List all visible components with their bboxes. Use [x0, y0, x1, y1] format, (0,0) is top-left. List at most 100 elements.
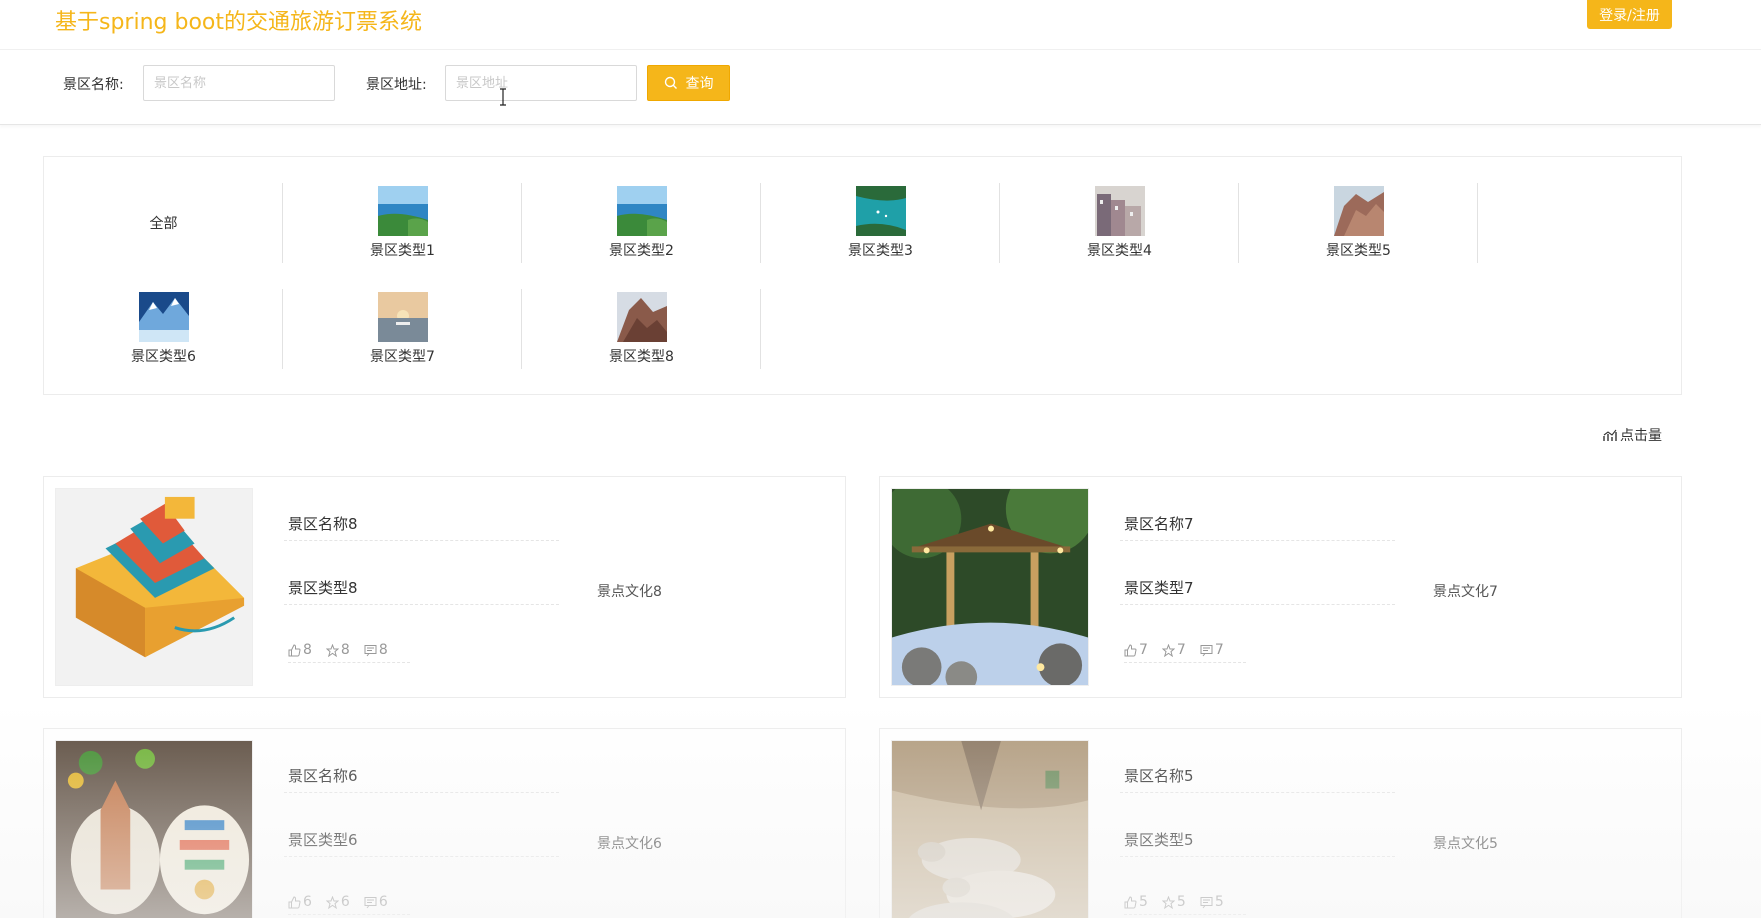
- category-item-3[interactable]: 景区类型3: [761, 183, 1000, 263]
- scenic-culture: 景点文化6: [597, 836, 662, 852]
- category-panel: 全部 景区类型1 景区类型2 景区类型3 景区类型4 景区类型5 景区类型6 景…: [43, 156, 1682, 395]
- category-item-4[interactable]: 景区类型4: [1000, 183, 1239, 263]
- terracotta-horses-photo-icon: [891, 740, 1089, 918]
- category-label: 景区类型5: [1326, 243, 1391, 259]
- like-count: 6: [303, 894, 312, 910]
- favorite-stat[interactable]: 6: [325, 894, 350, 910]
- scenic-type: 景区类型5: [1120, 829, 1395, 857]
- comment-stat[interactable]: 5: [1200, 894, 1224, 910]
- category-label: 景区类型6: [131, 349, 196, 365]
- like-count: 8: [303, 642, 312, 658]
- star-icon: [325, 643, 339, 657]
- text-cursor-icon: [500, 88, 506, 106]
- favorite-count: 6: [340, 894, 350, 910]
- coast-photo-icon: [616, 186, 667, 236]
- scenic-culture: 景点文化7: [1433, 584, 1498, 600]
- favorite-stat[interactable]: 8: [325, 642, 350, 658]
- sort-by-clicks[interactable]: 点击量: [1603, 425, 1662, 445]
- scenic-culture: 景点文化8: [597, 584, 662, 600]
- comment-icon: [1200, 896, 1213, 908]
- cliff-photo-icon: [1333, 186, 1384, 236]
- scenic-card[interactable]: 景区名称8 景区类型8 景点文化8 8 8 8: [43, 476, 846, 698]
- scenic-culture: 景点文化5: [1433, 836, 1498, 852]
- star-icon: [1161, 643, 1175, 657]
- scenic-name-label: 景区名称:: [63, 77, 124, 93]
- sort-label: 点击量: [1620, 428, 1662, 444]
- favorite-count: 8: [340, 642, 350, 658]
- scenic-name: 景区名称7: [1120, 513, 1395, 541]
- category-item-7[interactable]: 景区类型7: [283, 289, 522, 369]
- top-header: 基于spring boot的交通旅游订票系统 登录/注册: [0, 0, 1761, 50]
- like-stat[interactable]: 8: [288, 642, 312, 658]
- comment-icon: [364, 644, 377, 656]
- category-item-8[interactable]: 景区类型8: [522, 289, 761, 369]
- sunset-sea-photo-icon: [377, 292, 428, 342]
- like-stat[interactable]: 5: [1124, 894, 1148, 910]
- category-item-2[interactable]: 景区类型2: [522, 183, 761, 263]
- favorite-count: 5: [1176, 894, 1186, 910]
- thumb-up-icon: [1124, 643, 1137, 656]
- scenic-address-input[interactable]: [445, 65, 637, 101]
- like-stat[interactable]: 6: [288, 894, 312, 910]
- category-item-5[interactable]: 景区类型5: [1239, 183, 1478, 263]
- scenic-card[interactable]: 景区名称6 景区类型6 景点文化6 6 6 6: [43, 728, 846, 918]
- comment-icon: [1200, 644, 1213, 656]
- star-icon: [1161, 895, 1175, 909]
- category-item-6[interactable]: 景区类型6: [44, 289, 283, 369]
- favorite-stat[interactable]: 7: [1161, 642, 1186, 658]
- rock-mountain-photo-icon: [616, 292, 667, 342]
- favorite-count: 7: [1176, 642, 1186, 658]
- category-label: 景区类型1: [370, 243, 435, 259]
- login-register-button[interactable]: 登录/注册: [1587, 0, 1672, 29]
- category-all-label: 全部: [149, 216, 178, 232]
- scenic-type: 景区类型7: [1120, 577, 1395, 605]
- scenic-type: 景区类型6: [284, 829, 559, 857]
- comment-count: 7: [1214, 642, 1224, 658]
- ice-mountain-photo-icon: [138, 292, 189, 342]
- comment-count: 8: [378, 642, 388, 658]
- card-stats: 5 5 5: [1124, 894, 1246, 915]
- scenic-type: 景区类型8: [284, 577, 559, 605]
- comment-stat[interactable]: 6: [364, 894, 388, 910]
- category-item-1[interactable]: 景区类型1: [283, 183, 522, 263]
- divider: [1477, 183, 1478, 263]
- comment-count: 6: [378, 894, 388, 910]
- comment-count: 5: [1214, 894, 1224, 910]
- category-label: 景区类型2: [609, 243, 674, 259]
- like-stat[interactable]: 7: [1124, 642, 1148, 658]
- thumb-up-icon: [288, 643, 301, 656]
- scenic-name: 景区名称6: [284, 765, 559, 793]
- divider: [760, 289, 761, 369]
- category-label: 景区类型4: [1087, 243, 1152, 259]
- town-photo-icon: [1094, 186, 1145, 236]
- thumb-up-icon: [1124, 895, 1137, 908]
- pagoda-model-photo-icon: [55, 488, 253, 686]
- comment-stat[interactable]: 7: [1200, 642, 1224, 658]
- scenic-name-input[interactable]: [143, 65, 335, 101]
- scenic-address-label: 景区地址:: [366, 77, 427, 93]
- category-label: 景区类型7: [370, 349, 435, 365]
- site-title: 基于spring boot的交通旅游订票系统: [55, 10, 422, 35]
- coast-photo-icon: [377, 186, 428, 236]
- thumb-up-icon: [288, 895, 301, 908]
- comment-icon: [364, 896, 377, 908]
- star-icon: [325, 895, 339, 909]
- like-count: 5: [1139, 894, 1148, 910]
- comment-stat[interactable]: 8: [364, 642, 388, 658]
- card-stats: 6 6 6: [288, 894, 410, 915]
- scenic-name: 景区名称8: [284, 513, 559, 541]
- scenic-card[interactable]: 景区名称5 景区类型5 景点文化5 5 5 5: [879, 728, 1682, 918]
- hot-spring-photo-icon: [891, 488, 1089, 686]
- trend-chart-icon: [1603, 429, 1617, 441]
- category-label: 景区类型8: [609, 349, 674, 365]
- category-all[interactable]: 全部: [44, 183, 283, 263]
- search-bar: 景区名称: 景区地址: 查询: [0, 50, 1761, 125]
- scenic-card[interactable]: 景区名称7 景区类型7 景点文化7 7 7 7: [879, 476, 1682, 698]
- card-stats: 8 8 8: [288, 642, 410, 663]
- scenic-name: 景区名称5: [1120, 765, 1395, 793]
- fridge-magnets-photo-icon: [55, 740, 253, 918]
- favorite-stat[interactable]: 5: [1161, 894, 1186, 910]
- bay-photo-icon: [855, 186, 906, 236]
- category-label: 景区类型3: [848, 243, 913, 259]
- search-button[interactable]: 查询: [647, 65, 730, 101]
